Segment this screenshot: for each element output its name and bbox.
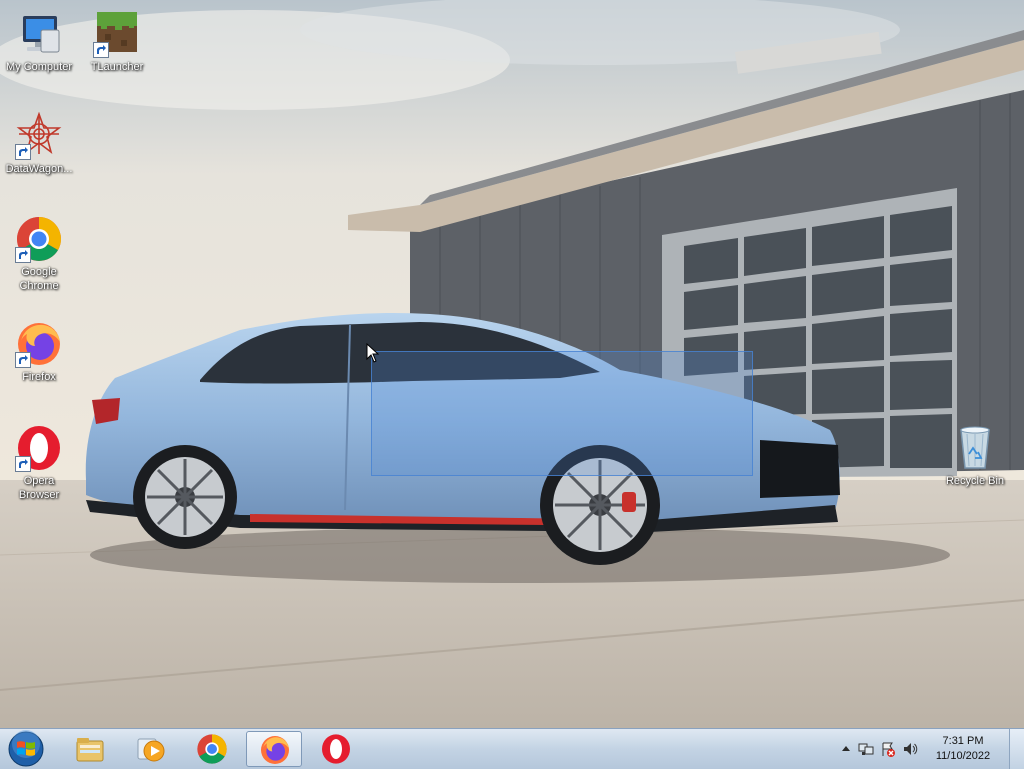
system-tray: 7:31 PM 11/10/2022 (834, 729, 1024, 769)
shortcut-arrow-icon (15, 352, 31, 368)
desktop-icon-label: My Computer (5, 61, 73, 73)
recycle-bin-icon (960, 426, 990, 469)
start-button[interactable] (4, 730, 46, 768)
desktop-icon-label: TLauncher (90, 61, 144, 73)
network-icon[interactable] (858, 741, 874, 757)
taskbar-file-explorer[interactable] (62, 731, 118, 767)
windows-start-icon (8, 730, 44, 767)
shortcut-arrow-icon (15, 144, 31, 160)
taskbar-firefox[interactable] (246, 731, 302, 767)
media-player-icon (137, 738, 165, 762)
file-explorer-icon (76, 738, 104, 762)
firefox-icon (261, 736, 289, 764)
selection-rectangle (371, 351, 753, 476)
computer-icon (23, 16, 60, 53)
desktop-icon-my-computer[interactable]: My Computer (1, 10, 77, 74)
clock[interactable]: 7:31 PM 11/10/2022 (928, 734, 998, 764)
clock-date: 11/10/2022 (935, 750, 991, 762)
action-center-icon[interactable] (880, 741, 896, 757)
taskbar-media-player[interactable] (122, 731, 178, 767)
volume-icon[interactable] (902, 741, 918, 757)
shortcut-arrow-icon (15, 247, 31, 263)
show-hidden-icons-icon[interactable] (838, 741, 854, 757)
clock-time: 7:31 PM (942, 735, 984, 747)
opera-icon (322, 734, 350, 764)
desktop-icon-firefox[interactable]: Firefox (1, 320, 77, 384)
desktop-icon-label: Recycle Bin (945, 475, 1005, 487)
desktop-icon-label: DataWagon... (5, 163, 73, 175)
desktop-icon-tlauncher[interactable]: TLauncher (79, 10, 155, 74)
taskbar-opera[interactable] (308, 731, 364, 767)
taskbar: 7:31 PM 11/10/2022 (0, 728, 1024, 769)
desktop[interactable]: My Computer TLauncher DataWagon... Googl… (0, 0, 1024, 728)
desktop-icon-opera-browser[interactable]: Opera Browser (1, 424, 77, 502)
desktop-icon-google-chrome[interactable]: Google Chrome (1, 215, 77, 293)
desktop-icon-label: Firefox (22, 371, 56, 383)
desktop-icon-label: Opera Browser (18, 475, 60, 501)
shortcut-arrow-icon (15, 456, 31, 472)
show-desktop-button[interactable] (1009, 729, 1024, 769)
desktop-icon-recycle-bin[interactable]: Recycle Bin (937, 424, 1013, 488)
shortcut-arrow-icon (93, 42, 109, 58)
desktop-icon-datawagon[interactable]: DataWagon... (1, 112, 77, 176)
mouse-cursor-icon (366, 343, 380, 363)
chrome-icon (197, 734, 227, 764)
desktop-icon-label: Google Chrome (19, 266, 59, 292)
taskbar-chrome[interactable] (184, 731, 240, 767)
